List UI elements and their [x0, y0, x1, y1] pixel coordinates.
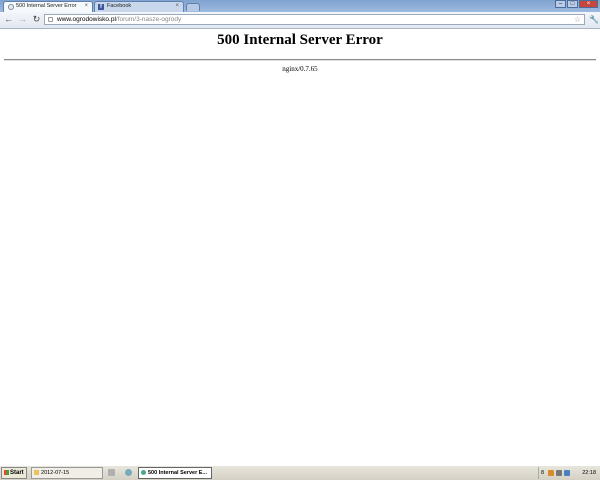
start-button[interactable]: Start: [1, 467, 27, 479]
browser-toolbar: ← → ↻ www.ogrodowisko.pl/forum/3-nasze-o…: [0, 12, 600, 29]
address-bar[interactable]: www.ogrodowisko.pl/forum/3-nasze-ogrody …: [44, 14, 585, 25]
taskbar-item-folder[interactable]: 2012-07-15: [31, 467, 103, 479]
system-tray: 8 22:18: [538, 467, 599, 479]
network-icon[interactable]: [564, 470, 570, 476]
tab-active[interactable]: 500 Internal Server Error ×: [3, 1, 93, 12]
page-content: 500 Internal Server Error nginx/0.7.65: [0, 29, 600, 464]
browser-quicklaunch-icon[interactable]: [125, 469, 132, 476]
facebook-favicon-icon: f: [98, 4, 104, 10]
tray-number: 8: [541, 470, 545, 476]
bookmark-star-icon[interactable]: ☆: [574, 15, 581, 24]
chrome-icon: [141, 470, 146, 476]
tab-strip: 500 Internal Server Error × f Facebook ×…: [0, 0, 600, 12]
folder-icon: [34, 470, 39, 476]
clock[interactable]: 22:18: [582, 467, 596, 479]
volume-icon[interactable]: [556, 470, 562, 476]
show-desktop-icon[interactable]: [108, 469, 115, 476]
wrench-icon[interactable]: 🔧: [589, 15, 599, 24]
reload-icon[interactable]: ↻: [31, 14, 42, 25]
new-tab-button[interactable]: [186, 3, 200, 11]
taskbar: Start 2012-07-15 500 Internal Server E..…: [0, 465, 600, 480]
windows-logo-icon: [4, 469, 9, 475]
divider: [4, 59, 596, 61]
url-text: www.ogrodowisko.pl/forum/3-nasze-ogrody: [57, 15, 181, 24]
taskbar-item-label: 2012-07-15: [41, 470, 70, 476]
page-favicon-icon: [8, 4, 14, 10]
server-signature: nginx/0.7.65: [282, 65, 318, 73]
taskbar-item-label: 500 Internal Server E...: [148, 470, 208, 476]
tab-close-icon[interactable]: ×: [84, 2, 88, 11]
tray-app-icon[interactable]: [548, 470, 554, 476]
forward-arrow-icon[interactable]: →: [17, 14, 28, 25]
back-arrow-icon[interactable]: ←: [3, 14, 14, 25]
page-icon: [48, 17, 53, 22]
url-host: www.ogrodowisko.pl: [57, 16, 116, 23]
start-label: Start: [10, 470, 24, 476]
taskbar-item-chrome[interactable]: 500 Internal Server E...: [138, 467, 212, 479]
minimize-button[interactable]: –: [555, 0, 566, 8]
tab-title: Facebook: [107, 3, 132, 9]
page-title: 500 Internal Server Error: [217, 32, 383, 48]
tab-facebook[interactable]: f Facebook ×: [94, 1, 184, 12]
tab-title: 500 Internal Server Error: [16, 3, 77, 9]
tab-close-icon[interactable]: ×: [175, 2, 179, 11]
close-window-button[interactable]: ×: [579, 0, 598, 8]
url-path: /forum/3-nasze-ogrody: [115, 16, 182, 23]
maximize-button[interactable]: □: [567, 0, 578, 8]
